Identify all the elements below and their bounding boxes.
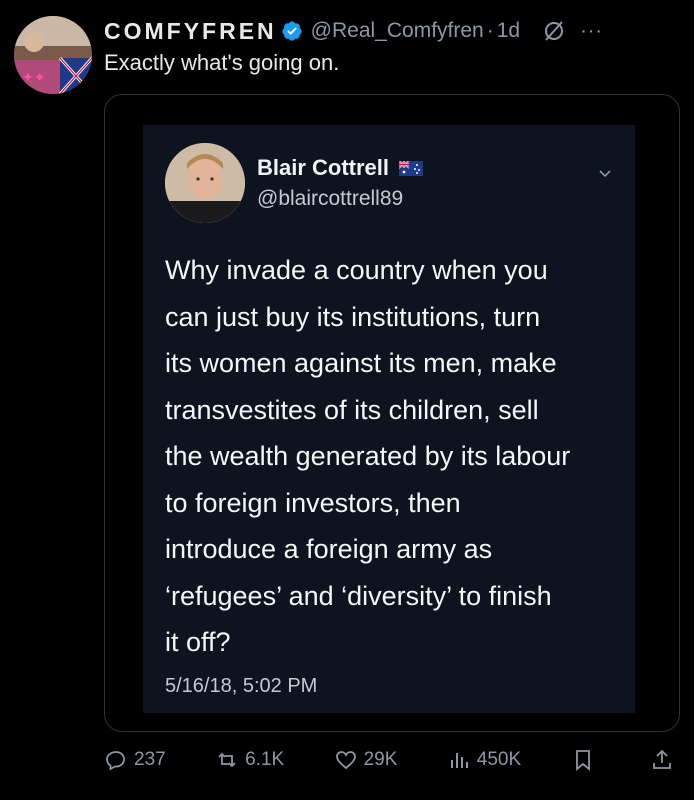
post-time[interactable]: 1d <box>497 19 520 43</box>
author-avatar[interactable]: ✦✦ <box>14 16 92 94</box>
chevron-down-icon <box>599 170 611 178</box>
quoted-date: 5/16/18, 5:02 PM <box>165 675 318 697</box>
quoted-name-row: Blair Cottrell <box>257 155 424 181</box>
like-button[interactable]: 29K <box>334 748 398 772</box>
au-flag-icon <box>399 160 424 176</box>
share-icon <box>653 749 671 769</box>
quoted-avatar <box>165 143 245 223</box>
post-header: COMFYFREN @Real_Comfyfren · 1d ··· <box>104 16 682 46</box>
quoted-handle: @blaircottrell89 <box>257 187 404 210</box>
views-icon <box>450 753 468 768</box>
verified-icon <box>282 21 302 41</box>
reply-icon <box>106 751 125 771</box>
bookmark-icon <box>575 750 590 771</box>
quoted-tweet-image: Blair Cottrell @blaircottrell89 Why inva… <box>143 125 635 713</box>
more-icon[interactable]: ··· <box>580 20 603 43</box>
separator: · <box>486 19 494 42</box>
like-icon <box>335 751 356 770</box>
quoted-name: Blair Cottrell <box>257 155 390 180</box>
grok-icon[interactable] <box>542 19 566 43</box>
views-button[interactable]: 450K <box>447 748 521 772</box>
reply-count: 237 <box>134 749 166 770</box>
repost-count: 6.1K <box>245 749 285 770</box>
repost-button[interactable]: 6.1K <box>215 748 284 772</box>
share-button[interactable] <box>650 748 680 772</box>
svg-text:✦✦: ✦✦ <box>22 70 46 86</box>
action-bar: 237 6.1K 29K 450K <box>104 740 680 780</box>
like-count: 29K <box>363 749 398 770</box>
post-media[interactable]: Blair Cottrell @blaircottrell89 Why inva… <box>104 94 680 732</box>
quoted-text: Why invade a country when you can just b… <box>165 255 571 657</box>
reply-button[interactable]: 237 <box>104 748 166 772</box>
views-count: 450K <box>476 749 522 770</box>
author-name[interactable]: COMFYFREN <box>104 18 277 45</box>
bookmark-button[interactable] <box>571 748 601 772</box>
post-text: Exactly what's going on. <box>104 50 340 75</box>
author-handle[interactable]: @Real_Comfyfren <box>311 19 484 43</box>
repost-icon <box>218 752 236 768</box>
